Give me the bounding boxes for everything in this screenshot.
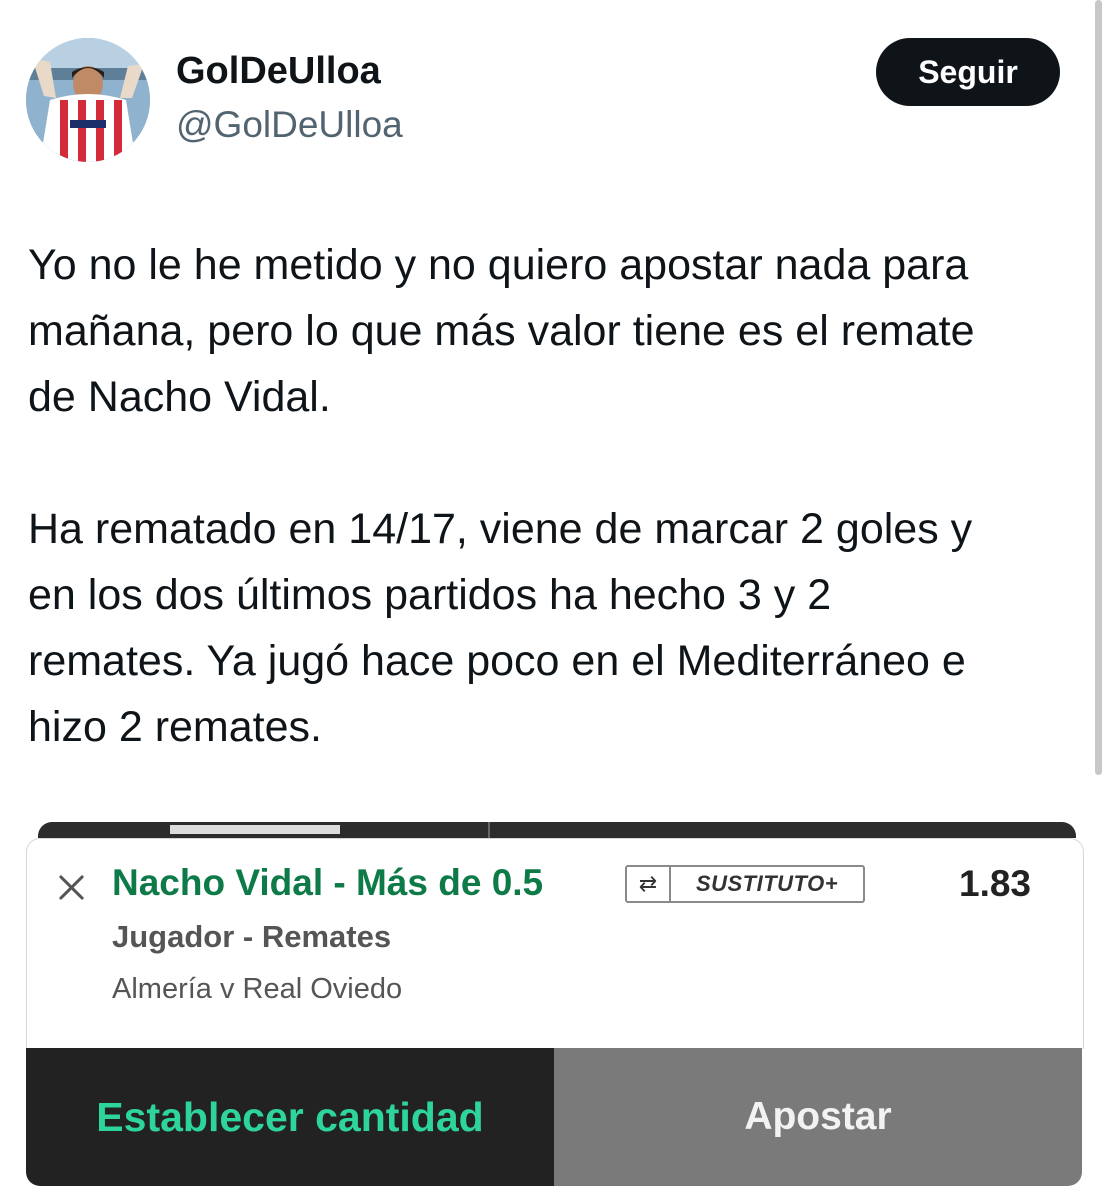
- avatar-photo: [26, 38, 150, 162]
- media-top-strip: [38, 822, 1076, 838]
- badge-label: SUSTITUTO+: [695, 871, 839, 896]
- tweet-paragraph: Yo no le he metido y no quiero apostar n…: [28, 241, 975, 421]
- follow-button[interactable]: Seguir: [876, 38, 1060, 106]
- strip-cutoff-text: [170, 825, 340, 834]
- bet-selection-card: Nacho Vidal - Más de 0.5 ⇄ SUSTITUTO+ 1.…: [26, 838, 1084, 1049]
- selection-name: Nacho Vidal - Más de 0.5: [112, 862, 544, 903]
- close-icon[interactable]: [57, 873, 85, 901]
- place-bet-button[interactable]: Apostar: [554, 1048, 1082, 1186]
- substitute-badge: ⇄ SUSTITUTO+: [625, 865, 865, 903]
- author-handle[interactable]: @GolDeUlloa: [176, 104, 403, 146]
- scrollbar[interactable]: [1095, 0, 1102, 775]
- odds-value: 1.83: [959, 863, 1032, 904]
- tweet-media-image[interactable]: Nacho Vidal - Más de 0.5 ⇄ SUSTITUTO+ 1.…: [26, 822, 1084, 1200]
- author-display-name[interactable]: GolDeUlloa: [176, 50, 381, 93]
- market-label: Jugador - Remates: [112, 919, 392, 954]
- set-stake-button[interactable]: Establecer cantidad: [26, 1048, 554, 1186]
- avatar[interactable]: [26, 38, 150, 162]
- tweet-paragraph: Ha rematado en 14/17, viene de marcar 2 …: [28, 505, 973, 751]
- swap-icon: ⇄: [627, 867, 671, 901]
- tweet-text: Yo no le he metido y no quiero apostar n…: [28, 232, 1088, 760]
- strip-divider: [488, 822, 490, 838]
- event-label: Almería v Real Oviedo: [112, 973, 403, 1005]
